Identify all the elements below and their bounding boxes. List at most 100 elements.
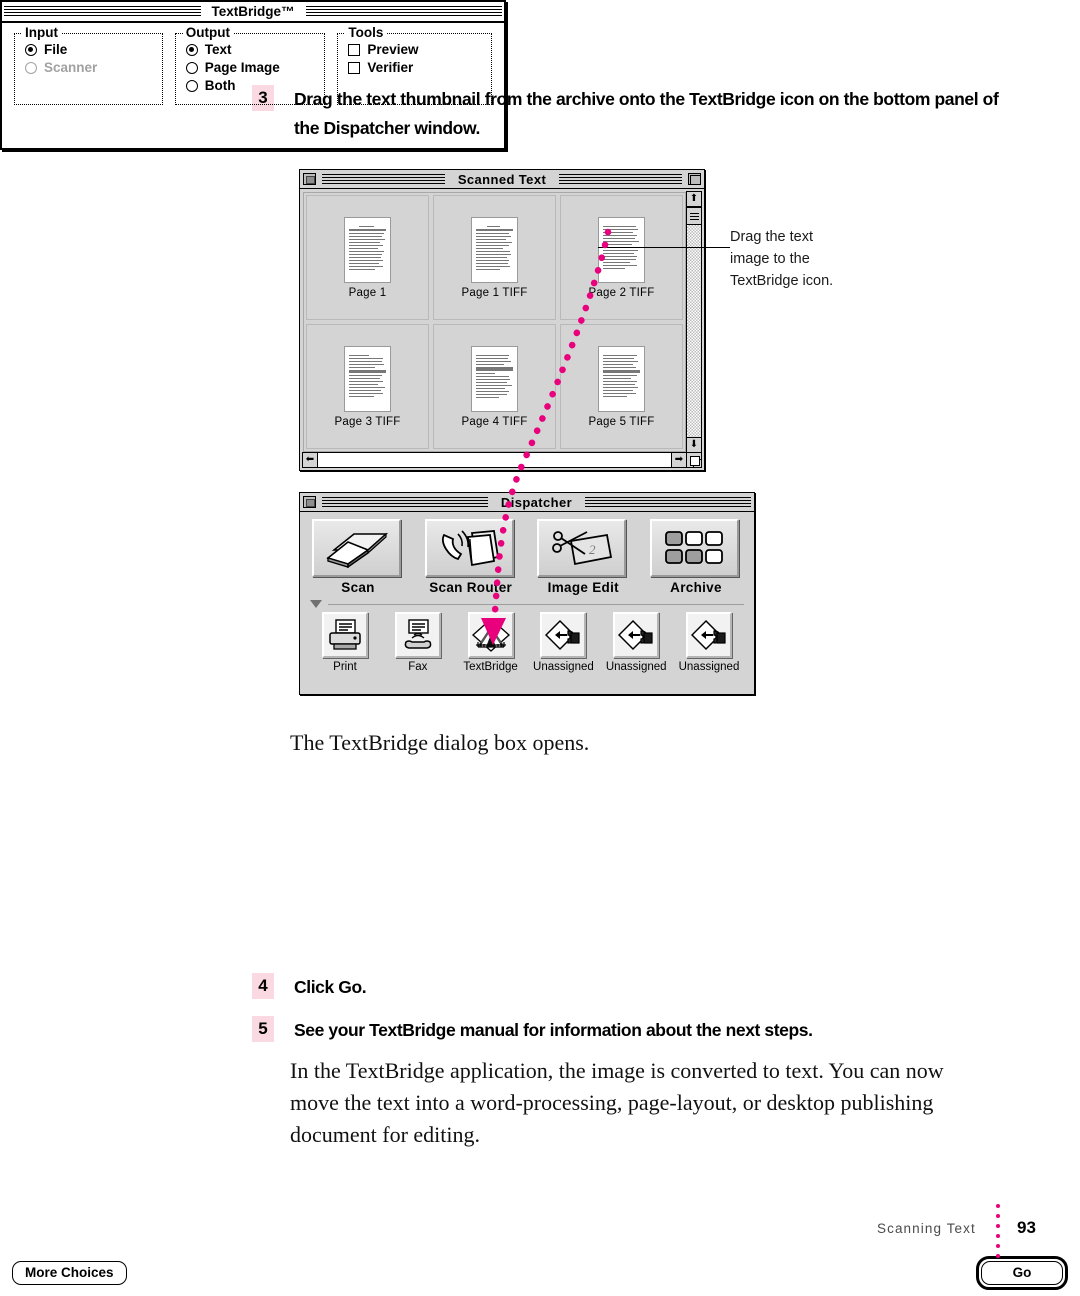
scissors-photo-icon: 2	[551, 531, 612, 566]
radio-output-both[interactable]: Both	[185, 78, 315, 93]
divider-rule	[328, 603, 744, 605]
thumbnail-label: Page 1 TIFF	[461, 286, 528, 299]
thumbnail-item[interactable]: Page 3 TIFF	[306, 324, 429, 449]
thumbnail-text-lines	[603, 354, 640, 399]
callout-line-3: TextBridge icon.	[730, 273, 834, 289]
callout-annotation: Drag the text image to the TextBridge ic…	[730, 226, 910, 292]
radio-icon[interactable]	[185, 79, 198, 92]
dispatcher-titlebar[interactable]: Dispatcher	[300, 493, 754, 512]
radio-output-page-image[interactable]: Page Image	[185, 60, 315, 75]
callout-leader-line	[598, 247, 730, 248]
print-button[interactable]	[322, 612, 368, 658]
scroll-up-arrow-icon[interactable]: ⬆	[687, 192, 701, 207]
thumbnail-item[interactable]: Page 4 TIFF	[433, 324, 556, 449]
zoom-icon[interactable]	[688, 173, 701, 185]
output-group: Output Text Page Image Both	[174, 25, 326, 105]
radio-label: Page Image	[204, 60, 280, 75]
paragraph-dialog-opens: The TextBridge dialog box opens.	[290, 730, 590, 755]
go-button[interactable]: Go	[981, 1261, 1063, 1285]
radio-icon[interactable]	[25, 43, 37, 56]
checkbox-preview[interactable]: Preview	[348, 42, 481, 57]
checkbox-icon[interactable]	[348, 43, 361, 56]
dispatcher-item-label: Unassigned	[678, 661, 740, 673]
resize-grow-box[interactable]	[686, 452, 702, 468]
dispatcher-title: Dispatcher	[490, 494, 583, 510]
dispatcher-item-textbridge[interactable]: TextBridge	[458, 612, 524, 673]
footer-dot-rule	[996, 1204, 1002, 1258]
dispatcher-item-unassigned-1[interactable]: Unassigned	[530, 612, 596, 673]
close-icon[interactable]	[303, 496, 316, 508]
dispatcher-item-print[interactable]: Print	[312, 612, 378, 673]
dispatcher-tile-image-edit[interactable]: 2 Image Edit	[537, 519, 629, 595]
textbridge-dialog-title: TextBridge™	[202, 4, 304, 19]
scroll-track[interactable]	[687, 207, 701, 437]
thumbnail-label: Page 2 TIFF	[588, 286, 655, 299]
dispatcher-window[interactable]: Dispatcher Scan Scan Router 2 Image Edit…	[299, 492, 755, 695]
unassigned-button[interactable]	[685, 612, 732, 658]
checkbox-label: Preview	[367, 42, 419, 57]
step-5: 5 See your TextBridge manual for informa…	[252, 1016, 1012, 1045]
scanner-icon	[325, 532, 388, 568]
scanned-text-window[interactable]: Scanned Text Page 1 Page 1 TIFF Page 2 T…	[299, 169, 705, 471]
thumbnail-label: Page 3 TIFF	[334, 415, 401, 428]
vertical-scrollbar[interactable]: ⬆ ⬇	[686, 191, 702, 453]
page-thumbnail-image	[598, 216, 645, 283]
titlebar-stripes-left	[322, 173, 445, 185]
unassigned-diamond-icon	[618, 619, 653, 651]
radio-output-text[interactable]: Text	[185, 42, 315, 57]
radio-icon[interactable]	[185, 43, 198, 56]
thumbnail-label: Page 4 TIFF	[461, 415, 528, 428]
more-choices-button[interactable]: More Choices	[12, 1261, 127, 1285]
dispatcher-item-label: Unassigned	[533, 661, 594, 673]
tools-group-legend: Tools	[345, 25, 387, 40]
scroll-thumb[interactable]	[687, 207, 701, 225]
scroll-right-arrow-icon[interactable]: ➡	[671, 453, 686, 467]
scroll-down-arrow-icon[interactable]: ⬇	[687, 437, 701, 452]
dispatcher-tile-label: Image Edit	[547, 580, 619, 595]
checkbox-icon[interactable]	[348, 61, 361, 74]
dispatcher-top-panel: Scan Scan Router 2 Image Edit Archive	[308, 519, 746, 595]
scan-button[interactable]	[312, 519, 401, 577]
fax-button[interactable]	[394, 612, 441, 658]
unassigned-button[interactable]	[540, 612, 587, 658]
checkbox-verifier[interactable]: Verifier	[348, 60, 481, 75]
callout-line-2: image to the	[730, 251, 810, 267]
dispatcher-tile-scan-router[interactable]: Scan Router	[424, 519, 517, 595]
dispatcher-tile-label: Scan Router	[429, 580, 513, 595]
unassigned-diamond-icon	[690, 619, 726, 651]
titlebar-stripes-right	[585, 496, 752, 508]
step-4-text: Click Go.	[294, 977, 367, 997]
dispatcher-item-fax[interactable]: Fax	[385, 612, 451, 673]
textbridge-icon	[471, 618, 510, 652]
page-thumbnail-image	[471, 216, 518, 283]
thumbnail-item[interactable]: Page 1	[306, 195, 429, 320]
dispatcher-tile-archive[interactable]: Archive	[649, 519, 742, 595]
thumbnail-text-lines	[603, 225, 640, 271]
fax-book-icon	[442, 530, 500, 567]
scanned-text-titlebar[interactable]: Scanned Text	[300, 170, 704, 189]
radio-label: File	[44, 42, 68, 57]
dispatcher-item-unassigned-3[interactable]: Unassigned	[676, 612, 742, 673]
footer-section-label: Scanning Text	[877, 1221, 976, 1236]
horizontal-scrollbar[interactable]: ⬅ ➡	[302, 452, 687, 468]
close-icon[interactable]	[303, 173, 316, 185]
image-edit-button[interactable]: 2	[537, 519, 627, 577]
scroll-left-arrow-icon[interactable]: ⬅	[303, 453, 318, 467]
titlebar-stripes-left	[4, 6, 201, 17]
titlebar-stripes-left	[322, 496, 488, 508]
paragraph-closing: In the TextBridge application, the image…	[290, 1058, 944, 1147]
scan-router-button[interactable]	[424, 519, 514, 577]
radio-icon[interactable]	[185, 61, 198, 74]
thumbnail-label: Page 5 TIFF	[588, 415, 655, 428]
radio-input-file[interactable]: File	[25, 42, 152, 57]
dispatcher-item-unassigned-2[interactable]: Unassigned	[603, 612, 669, 673]
input-group-legend: Input	[22, 25, 61, 40]
thumbnail-item[interactable]: Page 1 TIFF	[433, 195, 556, 320]
textbridge-button[interactable]	[467, 612, 514, 658]
archive-button[interactable]	[649, 519, 739, 577]
dispatcher-tile-scan[interactable]: Scan	[312, 519, 404, 595]
unassigned-button[interactable]	[613, 612, 660, 658]
thumbnail-item[interactable]: Page 2 TIFF	[560, 195, 683, 320]
disclosure-triangle-icon[interactable]	[310, 600, 322, 608]
thumbnail-item[interactable]: Page 5 TIFF	[560, 324, 683, 449]
